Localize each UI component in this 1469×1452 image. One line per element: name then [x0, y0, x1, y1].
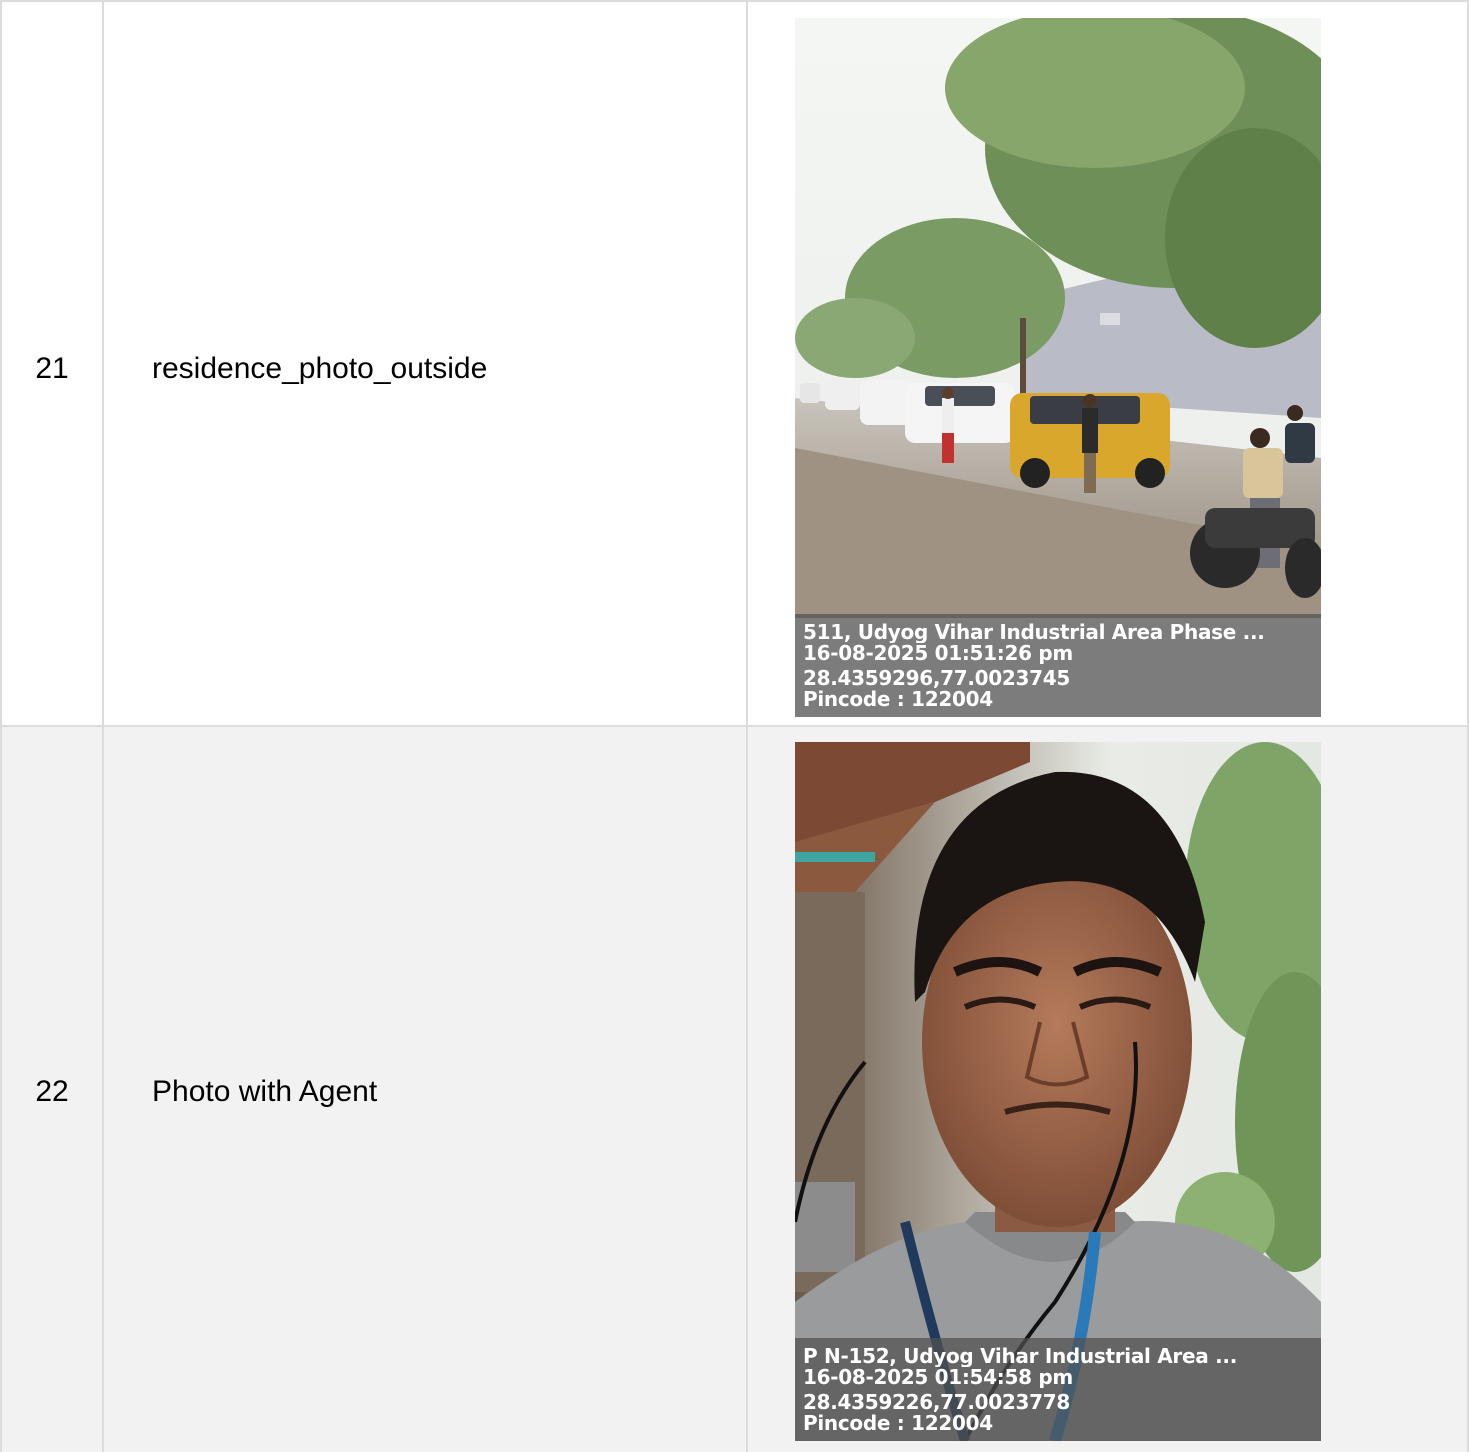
row-index: 22	[35, 1075, 69, 1108]
caption-coordinates: 28.4359226,77.0023778	[803, 1392, 1070, 1413]
selfie-image	[795, 742, 1321, 1441]
row-photo-cell: 511, Udyog Vihar Industrial Area Phase .…	[748, 0, 1469, 727]
caption-address: P N-152, Udyog Vihar Industrial Area ...	[803, 1346, 1238, 1367]
table-row: 21 residence_photo_outside 511, Udyog Vi…	[0, 0, 1469, 727]
photo-caption: P N-152, Udyog Vihar Industrial Area ...…	[795, 1338, 1321, 1441]
photo-caption: 511, Udyog Vihar Industrial Area Phase .…	[795, 614, 1321, 717]
row-label: Photo with Agent	[152, 1075, 378, 1108]
caption-address: 511, Udyog Vihar Industrial Area Phase .…	[803, 622, 1265, 643]
row-photo-cell: P N-152, Udyog Vihar Industrial Area ...…	[748, 727, 1469, 1452]
row-label-cell: Photo with Agent	[104, 727, 748, 1452]
selfie-portrait-photo[interactable]: P N-152, Udyog Vihar Industrial Area ...…	[795, 742, 1321, 1441]
caption-pincode: Pincode : 122004	[803, 689, 993, 710]
caption-datetime: 16-08-2025 01:51:26 pm	[803, 643, 1073, 664]
photo-table: 21 residence_photo_outside 511, Udyog Vi…	[0, 0, 1469, 1452]
caption-coordinates: 28.4359296,77.0023745	[803, 668, 1070, 689]
row-index: 21	[35, 352, 69, 385]
row-label-cell: residence_photo_outside	[104, 0, 748, 727]
row-index-cell: 22	[0, 727, 104, 1452]
row-index-cell: 21	[0, 0, 104, 727]
row-label: residence_photo_outside	[152, 352, 488, 385]
caption-datetime: 16-08-2025 01:54:58 pm	[803, 1367, 1073, 1388]
street-scene-photo[interactable]: 511, Udyog Vihar Industrial Area Phase .…	[795, 18, 1321, 717]
caption-pincode: Pincode : 122004	[803, 1413, 993, 1434]
street-scene-image	[795, 18, 1321, 717]
table-row: 22 Photo with Agent P N-152, Udyog Vihar…	[0, 727, 1469, 1452]
